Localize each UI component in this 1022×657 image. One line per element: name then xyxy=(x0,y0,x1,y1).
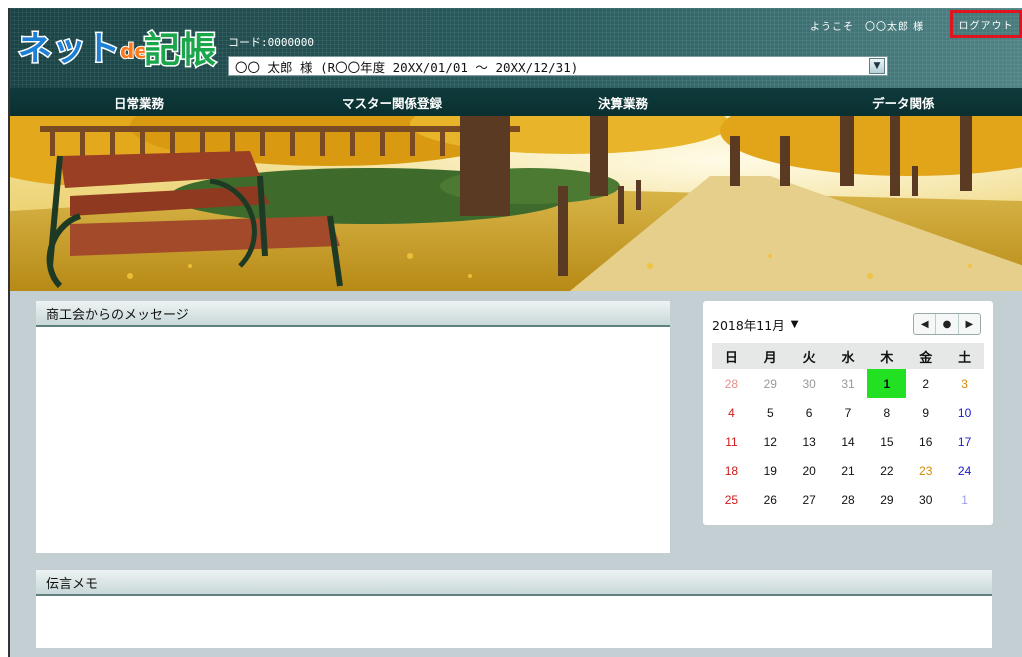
main-nav: 日常業務 マスター関係登録 決算業務 データ関係 xyxy=(10,88,1022,116)
welcome-text: ようこそ 〇〇太郎 様 xyxy=(810,22,925,33)
calendar-day[interactable]: 6 xyxy=(790,398,829,427)
app-logo: ネット de 記帳 xyxy=(16,20,226,76)
calendar-day[interactable]: 31 xyxy=(829,369,868,398)
nav-item-closing[interactable]: 決算業務 xyxy=(598,88,648,116)
code-label: コード:0000000 xyxy=(228,36,314,49)
calendar-day[interactable]: 8 xyxy=(867,398,906,427)
calendar-day[interactable]: 25 xyxy=(712,485,751,514)
message-panel-title: 商工会からのメッセージ xyxy=(36,301,670,327)
calendar-day[interactable]: 16 xyxy=(906,427,945,456)
weekday-sun: 日 xyxy=(724,350,738,366)
calendar-day[interactable]: 28 xyxy=(712,369,751,398)
calendar-day[interactable]: 9 xyxy=(906,398,945,427)
autumn-park-banner xyxy=(10,116,1022,291)
calendar-day[interactable]: 17 xyxy=(945,427,984,456)
calendar-day[interactable]: 21 xyxy=(829,456,868,485)
calendar-grid: 日 月 火 水 木 金 土 28 29 30 31 1 2 3 4 5 6 7 … xyxy=(712,343,984,514)
calendar-nav: ◀ ● ▶ xyxy=(913,313,981,335)
nav-item-data[interactable]: データ関係 xyxy=(872,88,935,116)
svg-text:ネット: ネット xyxy=(18,29,120,69)
calendar-day[interactable]: 22 xyxy=(867,456,906,485)
calendar-week: 11 12 13 14 15 16 17 xyxy=(712,427,984,456)
weekday-sat: 土 xyxy=(958,350,972,366)
svg-text:記帳: 記帳 xyxy=(144,30,216,71)
nav-item-master[interactable]: マスター関係登録 xyxy=(342,88,442,116)
memo-panel: 伝言メモ xyxy=(36,570,992,648)
message-panel: 商工会からのメッセージ xyxy=(36,301,670,553)
calendar-day[interactable]: 11 xyxy=(712,427,751,456)
calendar-day[interactable]: 30 xyxy=(906,485,945,514)
logo-graphic: ネット de 記帳 xyxy=(17,28,218,73)
calendar-week: 4 5 6 7 8 9 10 xyxy=(712,398,984,427)
calendar-widget: 2018年11月 ▼ ◀ ● ▶ 日 月 火 水 木 金 土 28 29 30 … xyxy=(703,301,993,525)
fiscal-year-select-value: 〇〇 太郎 様 (R〇〇年度 20XX/01/01 ～ 20XX/12/31) xyxy=(235,59,579,75)
calendar-day[interactable]: 5 xyxy=(751,398,790,427)
calendar-day[interactable]: 28 xyxy=(829,485,868,514)
calendar-day[interactable]: 30 xyxy=(790,369,829,398)
logout-button[interactable]: ログアウト xyxy=(950,10,1022,38)
calendar-day[interactable]: 27 xyxy=(790,485,829,514)
calendar-today-button[interactable]: ● xyxy=(936,314,959,334)
calendar-month-picker[interactable]: 2018年11月 ▼ xyxy=(712,315,798,334)
calendar-day[interactable]: 20 xyxy=(790,456,829,485)
fiscal-year-select[interactable]: 〇〇 太郎 様 (R〇〇年度 20XX/01/01 ～ 20XX/12/31) … xyxy=(228,56,888,76)
calendar-day[interactable]: 3 xyxy=(945,369,984,398)
calendar-day[interactable]: 2 xyxy=(906,369,945,398)
calendar-week: 28 29 30 31 1 2 3 xyxy=(712,369,984,398)
header: ネット de 記帳 コード:0000000 〇〇 太郎 様 (R〇〇年度 20X… xyxy=(10,8,1022,88)
calendar-day[interactable]: 15 xyxy=(867,427,906,456)
app-frame: ネット de 記帳 コード:0000000 〇〇 太郎 様 (R〇〇年度 20X… xyxy=(8,8,1022,657)
calendar-day[interactable]: 14 xyxy=(829,427,868,456)
nav-item-daily[interactable]: 日常業務 xyxy=(114,88,164,116)
calendar-day[interactable]: 23 xyxy=(906,456,945,485)
weekday-wed: 水 xyxy=(841,350,855,366)
weekday-tue: 火 xyxy=(802,350,816,366)
calendar-day[interactable]: 1 xyxy=(945,485,984,514)
calendar-week: 25 26 27 28 29 30 1 xyxy=(712,485,984,514)
memo-panel-title: 伝言メモ xyxy=(36,570,992,596)
calendar-month-label: 2018年11月 xyxy=(712,318,785,333)
calendar-day[interactable]: 10 xyxy=(945,398,984,427)
weekday-fri: 金 xyxy=(919,350,933,366)
banner-image xyxy=(10,116,1022,291)
calendar-day[interactable]: 7 xyxy=(829,398,868,427)
calendar-day[interactable]: 4 xyxy=(712,398,751,427)
weekday-thu: 木 xyxy=(880,350,894,366)
calendar-prev-button[interactable]: ◀ xyxy=(914,314,937,334)
calendar-week: 18 19 20 21 22 23 24 xyxy=(712,456,984,485)
calendar-day[interactable]: 12 xyxy=(751,427,790,456)
chevron-down-icon[interactable]: ▼ xyxy=(869,58,885,74)
calendar-day[interactable]: 26 xyxy=(751,485,790,514)
caret-down-icon[interactable]: ▼ xyxy=(791,319,799,330)
calendar-day[interactable]: 24 xyxy=(945,456,984,485)
calendar-day[interactable]: 19 xyxy=(751,456,790,485)
calendar-day[interactable]: 29 xyxy=(867,485,906,514)
calendar-day[interactable]: 18 xyxy=(712,456,751,485)
weekday-mon: 月 xyxy=(763,350,777,366)
calendar-weekday-header: 日 月 火 水 木 金 土 xyxy=(712,343,984,369)
calendar-day-today[interactable]: 1 xyxy=(867,369,907,398)
calendar-day[interactable]: 13 xyxy=(790,427,829,456)
calendar-next-button[interactable]: ▶ xyxy=(959,314,980,334)
calendar-day[interactable]: 29 xyxy=(751,369,790,398)
